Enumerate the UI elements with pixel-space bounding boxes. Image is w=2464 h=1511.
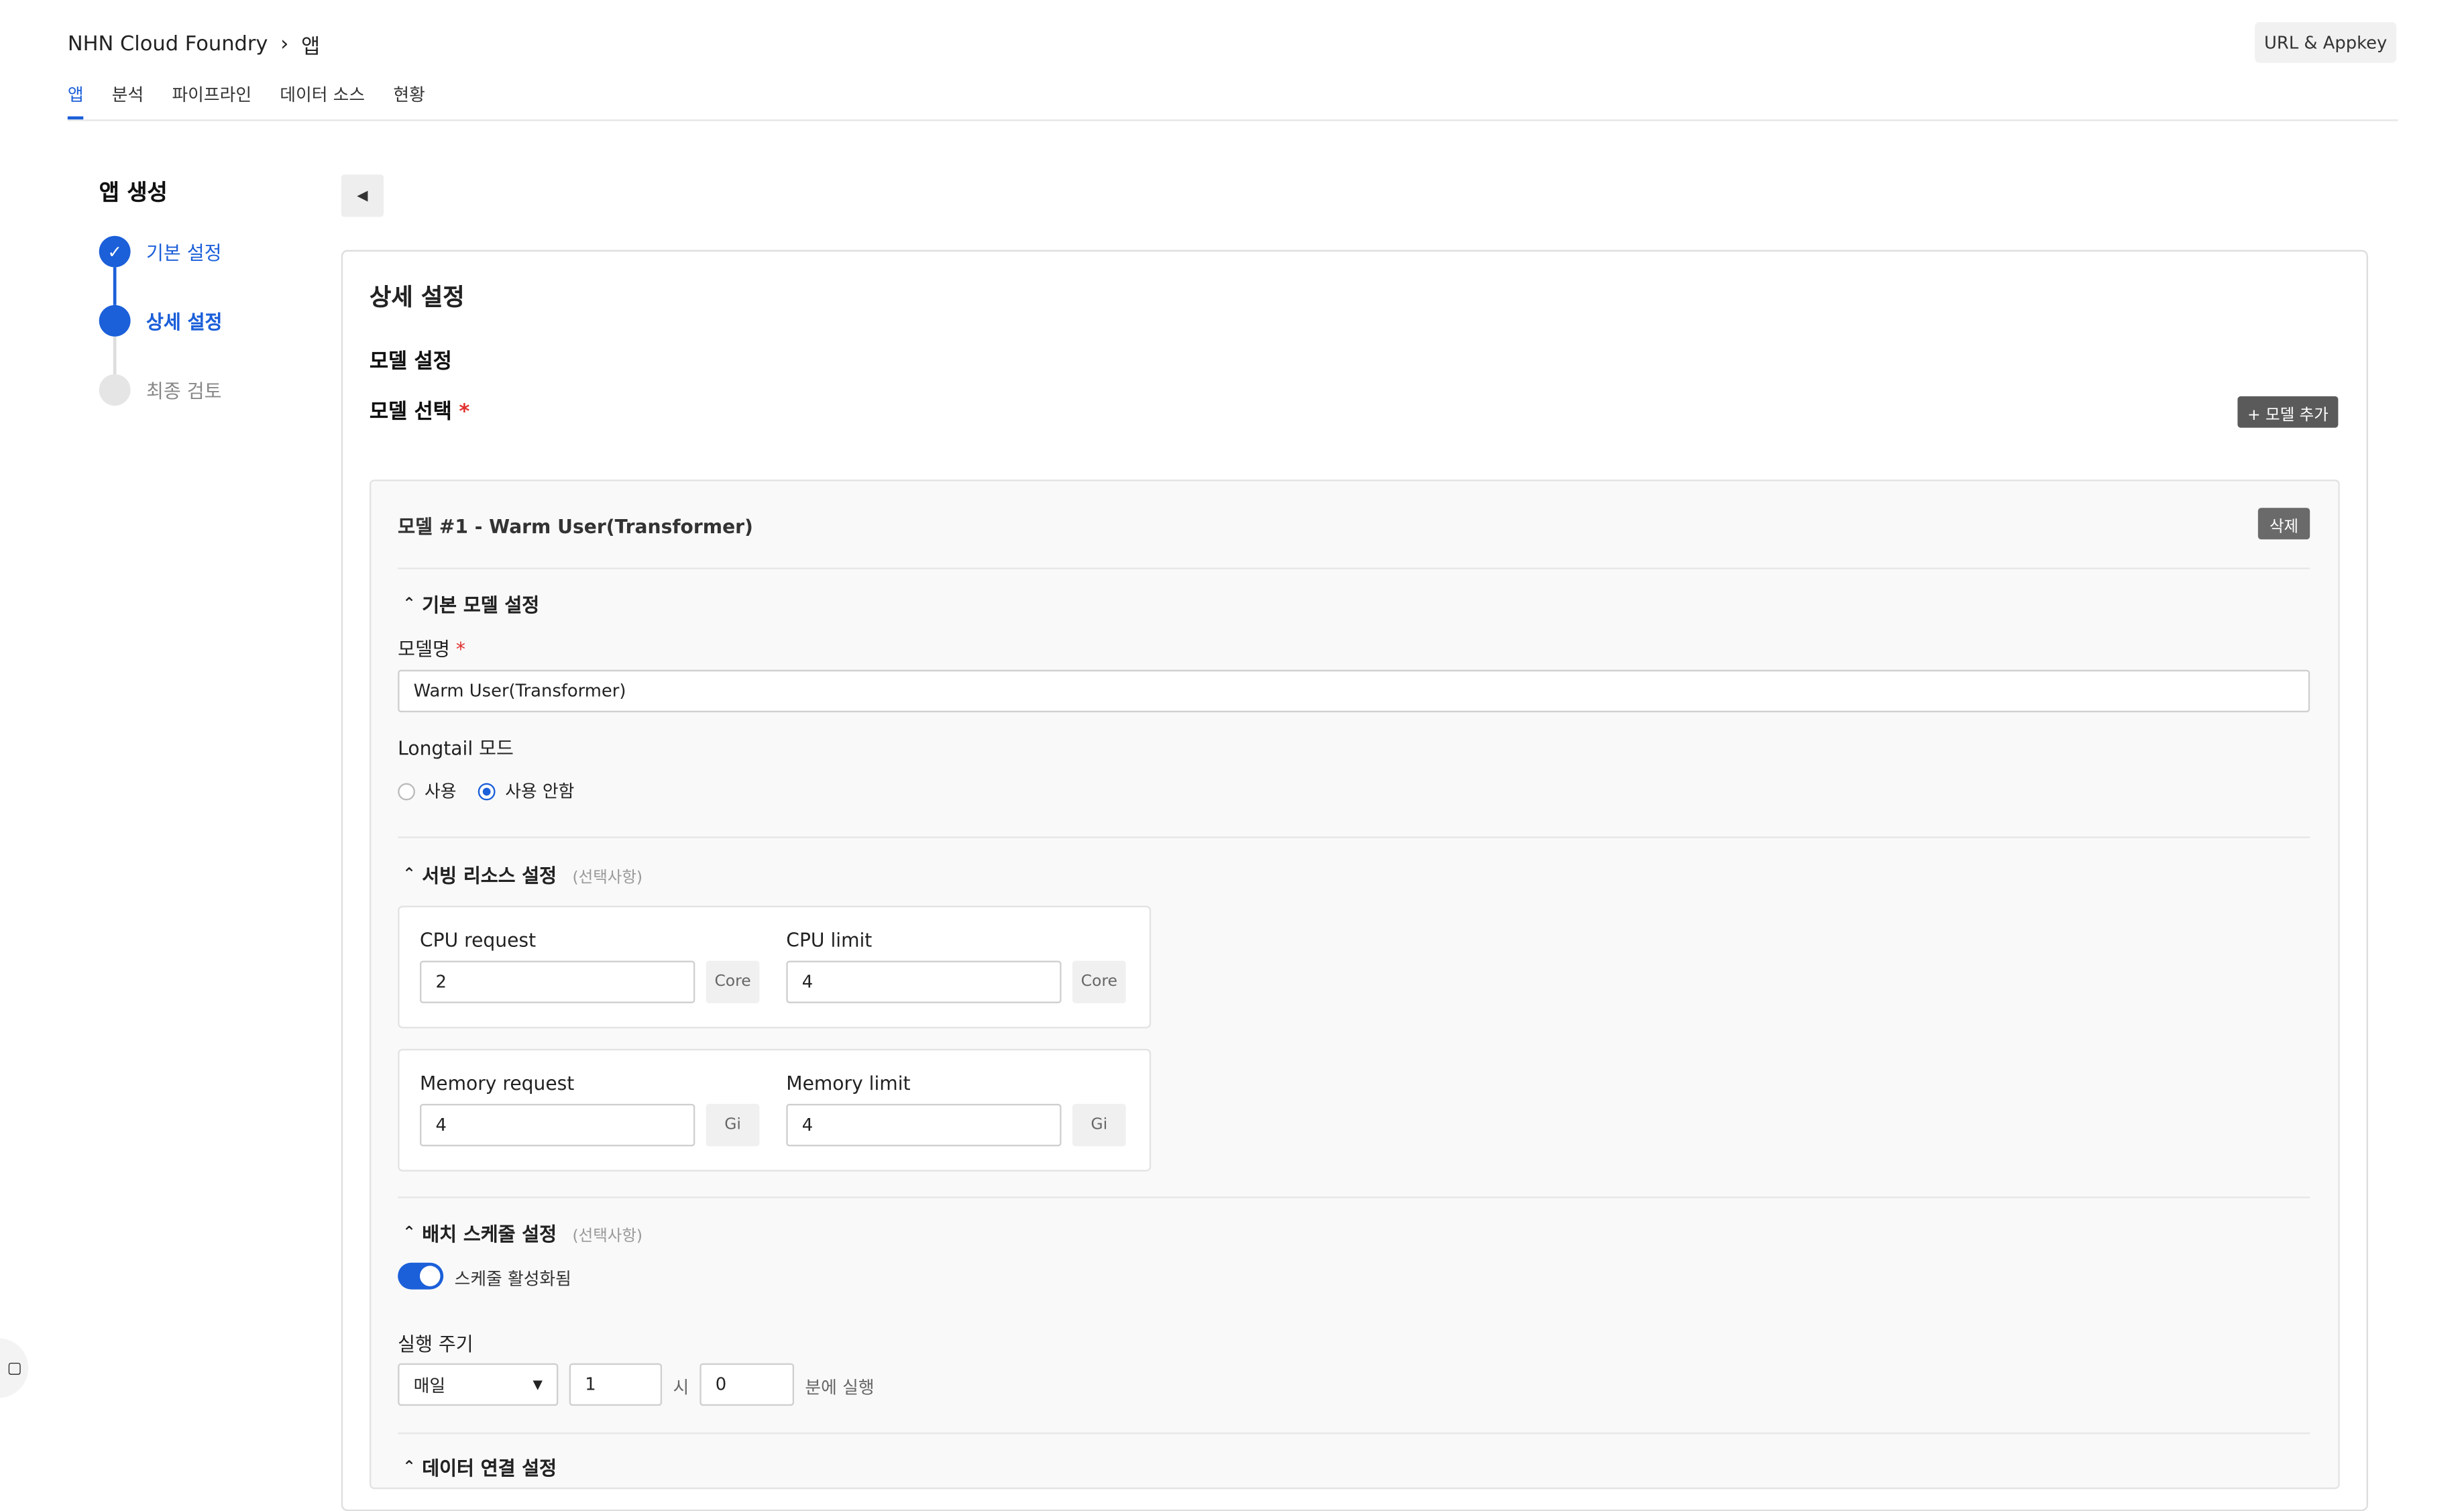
cpu-request-input[interactable]: 2 xyxy=(420,960,695,1003)
page-title: 상세 설정 xyxy=(369,283,465,312)
tab-divider xyxy=(67,119,2398,121)
tab-status[interactable]: 현황 xyxy=(393,82,425,119)
memory-limit-label: Memory limit xyxy=(786,1072,911,1095)
chevron-up-icon: ⌃ xyxy=(402,866,416,884)
add-model-button[interactable]: + 모델 추가 xyxy=(2237,396,2339,428)
longtail-off-label: 사용 안함 xyxy=(505,781,575,802)
url-appkey-button[interactable]: URL & Appkey xyxy=(2255,21,2397,63)
step-final-review[interactable]: 최종 검토 xyxy=(99,374,222,406)
optional-tag: (선택사항) xyxy=(572,869,643,887)
longtail-label: Longtail 모드 xyxy=(398,737,514,760)
model-name-input[interactable]: Warm User(Transformer) xyxy=(398,669,2310,713)
tab-data-source[interactable]: 데이터 소스 xyxy=(280,82,365,119)
memory-request-unit: Gi xyxy=(706,1103,760,1147)
model-card-title: 모델 #1 - Warm User(Transformer) xyxy=(398,516,753,538)
hour-input[interactable]: 1 xyxy=(569,1363,663,1406)
card-divider xyxy=(398,567,2310,569)
back-button[interactable]: ◀ xyxy=(341,174,384,217)
step-label: 최종 검토 xyxy=(146,380,222,402)
cpu-limit-input[interactable]: 4 xyxy=(786,960,1062,1003)
run-cycle-label: 실행 주기 xyxy=(398,1333,473,1356)
cycle-select-value: 매일 xyxy=(413,1375,446,1396)
floating-panel-button[interactable]: ▢ xyxy=(0,1338,29,1398)
cpu-request-unit: Core xyxy=(706,960,760,1003)
caret-left-icon: ◀ xyxy=(357,188,368,204)
tab-app[interactable]: 앱 xyxy=(67,82,84,120)
section-divider xyxy=(398,836,2310,838)
memory-request-label: Memory request xyxy=(420,1072,575,1095)
model-name-label-text: 모델명 xyxy=(398,638,450,661)
step-label: 상세 설정 xyxy=(146,311,223,333)
memory-limit-unit: Gi xyxy=(1072,1103,1126,1147)
breadcrumb-service[interactable]: NHN Cloud Foundry xyxy=(68,33,268,56)
model-select-text: 모델 선택 xyxy=(369,400,452,425)
section-label: 서빙 리소스 설정 xyxy=(422,864,557,887)
breadcrumb: NHN Cloud Foundry › 앱 xyxy=(68,30,320,60)
basic-model-section-toggle[interactable]: ⌃ 기본 모델 설정 xyxy=(402,592,539,618)
model-select-label: 모델 선택 * xyxy=(370,394,469,425)
memory-limit-input[interactable]: 4 xyxy=(786,1103,1062,1147)
step-detail-settings[interactable]: 상세 설정 xyxy=(99,304,223,337)
chevron-right-icon: › xyxy=(280,33,289,57)
hour-suffix: 시 xyxy=(673,1377,689,1398)
tab-pipeline[interactable]: 파이프라인 xyxy=(172,82,251,119)
step-basic-settings[interactable]: ✓ 기본 설정 xyxy=(99,235,222,268)
section-label: 배치 스케줄 설정 xyxy=(422,1223,557,1245)
longtail-use-label: 사용 xyxy=(425,781,457,802)
cpu-request-label: CPU request xyxy=(420,929,537,952)
memory-request-input[interactable]: 4 xyxy=(420,1103,695,1147)
model-settings-title: 모델 설정 xyxy=(369,350,452,375)
section-divider xyxy=(398,1432,2310,1435)
cpu-limit-label: CPU limit xyxy=(786,929,873,952)
longtail-use-radio[interactable] xyxy=(398,782,415,800)
minute-input[interactable]: 0 xyxy=(699,1363,795,1406)
tab-analysis[interactable]: 분석 xyxy=(112,82,144,119)
check-icon: ✓ xyxy=(99,235,131,268)
schedule-toggle[interactable] xyxy=(398,1262,444,1290)
step-connector-done xyxy=(113,267,117,305)
schedule-toggle-label: 스케줄 활성화됨 xyxy=(454,1269,571,1290)
batch-section-toggle[interactable]: ⌃ 배치 스케줄 설정 (선택사항) xyxy=(402,1220,642,1247)
breadcrumb-current: 앱 xyxy=(301,36,321,60)
section-label: 기본 모델 설정 xyxy=(422,594,540,617)
chevron-up-icon: ⌃ xyxy=(402,596,416,614)
chevron-up-icon: ⌃ xyxy=(402,1459,416,1477)
main-tabs: 앱 분석 파이프라인 데이터 소스 현황 xyxy=(67,82,453,120)
step-active-dot xyxy=(99,304,131,337)
data-connection-section-toggle[interactable]: ⌃ 데이터 연결 설정 xyxy=(402,1455,557,1481)
sidebar-title: 앱 생성 xyxy=(99,180,168,207)
step-pending-dot xyxy=(99,374,131,406)
cycle-select[interactable]: 매일 ▼ xyxy=(398,1363,559,1406)
step-connector-pending xyxy=(113,336,117,375)
cpu-limit-unit: Core xyxy=(1072,960,1126,1003)
required-mark: * xyxy=(459,400,470,425)
step-label: 기본 설정 xyxy=(146,241,222,264)
required-mark: * xyxy=(455,638,465,661)
section-divider xyxy=(398,1196,2310,1198)
panel-icon: ▢ xyxy=(7,1359,22,1377)
longtail-off-radio[interactable] xyxy=(478,782,496,800)
toggle-knob xyxy=(420,1266,441,1286)
caret-down-icon: ▼ xyxy=(533,1377,543,1392)
serving-section-toggle[interactable]: ⌃ 서빙 리소스 설정 (선택사항) xyxy=(402,862,642,889)
delete-model-button[interactable]: 삭제 xyxy=(2257,508,2310,540)
chevron-up-icon: ⌃ xyxy=(402,1225,416,1243)
optional-tag: (선택사항) xyxy=(572,1228,643,1245)
longtail-radio-group: 사용 사용 안함 xyxy=(398,779,574,804)
section-label: 데이터 연결 설정 xyxy=(422,1457,557,1480)
minute-suffix: 분에 실행 xyxy=(805,1377,875,1398)
model-name-label: 모델명 * xyxy=(398,635,465,662)
